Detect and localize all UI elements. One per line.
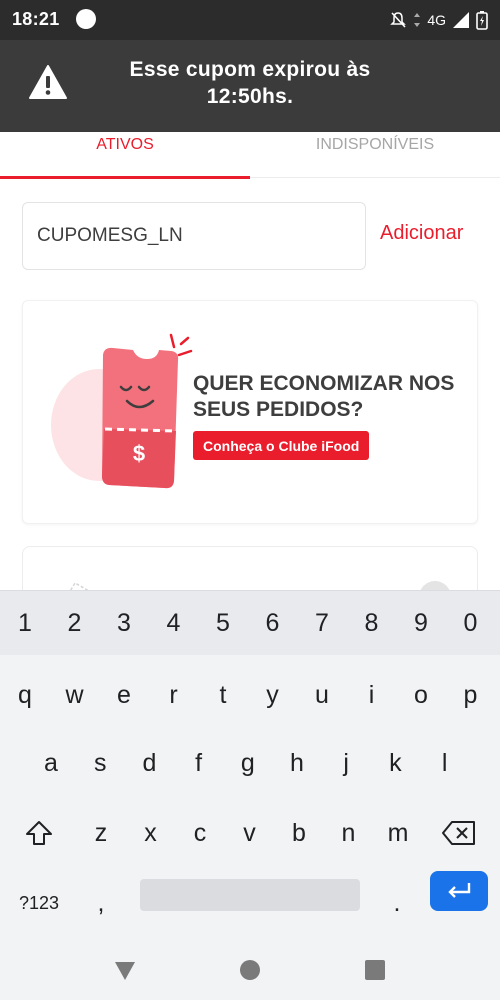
number-key-9[interactable]: 9 [400,599,442,647]
expired-coupon-toast: Esse cupom expirou às 12:50hs. [0,40,500,132]
letter-key-f[interactable]: f [178,739,220,787]
shift-key[interactable] [18,809,60,857]
tab-indisponiveis[interactable]: INDISPONÍVEIS [250,132,500,178]
number-key-6[interactable]: 6 [252,599,294,647]
network-type: 4G [427,12,446,28]
letter-key-r[interactable]: r [153,671,195,719]
letter-key-q[interactable]: q [4,671,46,719]
number-key-7[interactable]: 7 [301,599,343,647]
letter-key-m[interactable]: m [377,809,419,857]
letter-key-e[interactable]: e [103,671,145,719]
comma-key[interactable]: , [80,879,122,927]
letter-key-j[interactable]: j [325,739,367,787]
signal-icon [453,12,469,28]
letter-key-t[interactable]: t [202,671,244,719]
ticket-illustration-icon: $ [51,333,193,489]
letter-key-a[interactable]: a [30,739,72,787]
letter-key-d[interactable]: d [128,739,170,787]
add-coupon-button[interactable]: Adicionar [380,222,463,245]
letter-key-h[interactable]: h [276,739,318,787]
number-key-5[interactable]: 5 [202,599,244,647]
keyboard-row-1: qwertyuiop [0,663,500,719]
letter-key-z[interactable]: z [80,809,122,857]
letter-key-w[interactable]: w [54,671,96,719]
letter-key-y[interactable]: y [252,671,294,719]
letter-key-o[interactable]: o [400,671,442,719]
mute-bell-icon [390,12,407,28]
backspace-icon [442,821,475,845]
backspace-key[interactable] [436,809,482,857]
keyboard-row-3: zxcvbnm [0,801,500,857]
system-nav-bar [0,940,500,1000]
soft-keyboard: 1234567890 qwertyuiop asdfghjkl zxcvbnm … [0,590,500,940]
number-key-2[interactable]: 2 [54,599,96,647]
clube-ifood-banner[interactable]: $ QUER ECONOMIZAR NOS SEUS PEDIDOS? Conh… [22,300,478,524]
symbols-key[interactable]: ?123 [10,879,68,927]
data-arrows-icon [414,13,421,27]
letter-key-b[interactable]: b [278,809,320,857]
enter-arrow-icon [448,882,471,898]
number-key-8[interactable]: 8 [351,599,393,647]
home-circle-icon[interactable] [238,958,262,982]
banner-headline: QUER ECONOMIZAR NOS SEUS PEDIDOS? [193,372,455,421]
keyboard-row-2: asdfghjkl [0,731,500,787]
letter-key-u[interactable]: u [301,671,343,719]
status-bar: 18:21 4G [0,0,500,40]
shift-icon [26,821,52,845]
letter-key-k[interactable]: k [374,739,416,787]
warning-icon [29,65,67,99]
letter-key-p[interactable]: p [450,671,492,719]
number-key-4[interactable]: 4 [153,599,195,647]
coupon-code-input[interactable] [22,202,366,270]
coupon-tabs: ATIVOS INDISPONÍVEIS [0,132,500,179]
letter-key-i[interactable]: i [351,671,393,719]
letter-key-l[interactable]: l [424,739,466,787]
period-key[interactable]: . [376,879,418,927]
number-key-0[interactable]: 0 [450,599,492,647]
enter-key[interactable] [430,871,488,911]
number-key-1[interactable]: 1 [4,599,46,647]
space-key[interactable] [140,879,360,911]
tab-ativos[interactable]: ATIVOS [0,132,250,179]
status-time: 18:21 [12,9,60,29]
letter-key-n[interactable]: n [328,809,370,857]
recents-square-icon[interactable] [363,958,387,982]
letter-key-g[interactable]: g [227,739,269,787]
number-key-3[interactable]: 3 [103,599,145,647]
letter-key-v[interactable]: v [229,809,271,857]
letter-key-c[interactable]: c [179,809,221,857]
keyboard-number-row: 1234567890 [0,591,500,655]
letter-key-x[interactable]: x [130,809,172,857]
screen: 18:21 4G Esse cupom expirou às 12:50hs. … [0,0,500,1000]
ticket-dollar-symbol: $ [133,441,145,466]
clube-ifood-button[interactable]: Conheça o Clube iFood [193,431,370,460]
status-icons: 4G [389,10,488,30]
battery-charging-icon [476,11,488,30]
notification-dot-icon [76,9,96,29]
back-triangle-icon[interactable] [113,958,137,982]
keyboard-bottom-row: ?123 , . [0,871,500,927]
letter-key-s[interactable]: s [79,739,121,787]
toast-message: Esse cupom expirou às 12:50hs. [129,58,371,108]
